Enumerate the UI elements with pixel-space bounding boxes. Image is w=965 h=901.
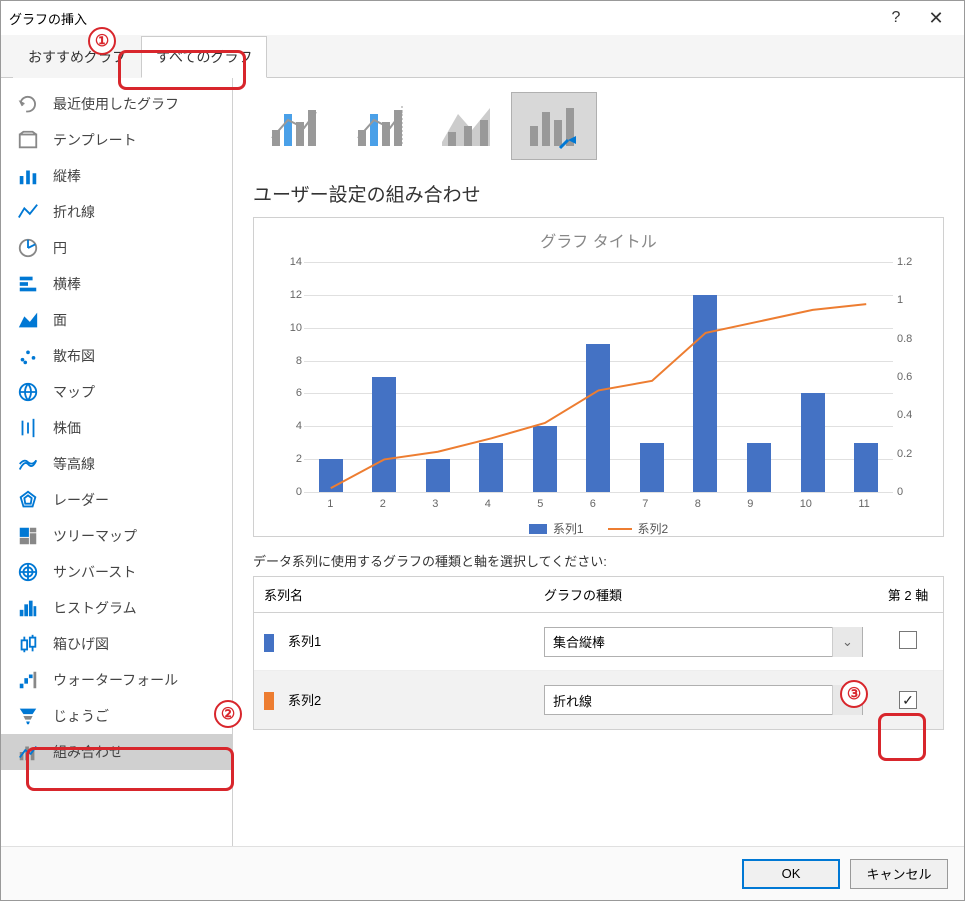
chart-type-icon [17, 237, 39, 259]
chart-type-icon [17, 201, 39, 223]
series-row: 系列1 集合縦棒⌄ [254, 613, 943, 671]
sidebar-item-4[interactable]: 円 [1, 230, 232, 266]
subtype-custom-combination[interactable] [511, 92, 597, 160]
subtype-stacked-area-column[interactable] [425, 92, 511, 160]
sidebar-item-10[interactable]: 等高線 [1, 446, 232, 482]
sidebar-item-9[interactable]: 株価 [1, 410, 232, 446]
sidebar-item-12[interactable]: ツリーマップ [1, 518, 232, 554]
chart-type-select[interactable]: 集合縦棒⌄ [544, 627, 863, 657]
sidebar-item-7[interactable]: 散布図 [1, 338, 232, 374]
callout-3-number: ③ [840, 680, 868, 708]
chart-legend: 系列1 系列2 [264, 520, 933, 537]
sidebar-item-13[interactable]: サンバースト [1, 554, 232, 590]
chart-type-icon [17, 345, 39, 367]
sidebar-item-0[interactable]: 最近使用したグラフ [1, 86, 232, 122]
chart-type-icon [17, 309, 39, 331]
series-instruction: データ系列に使用するグラフの種類と軸を選択してください: [253, 551, 944, 570]
chart-type-select[interactable]: 折れ線⌄ [544, 685, 863, 715]
sidebar-item-18[interactable]: 組み合わせ [1, 734, 232, 770]
chart-type-icon [17, 489, 39, 511]
secondary-axis-checkbox[interactable] [899, 631, 917, 649]
chart-type-icon [17, 705, 39, 727]
series-row: 系列2 折れ線⌄ [254, 671, 943, 729]
chart-type-sidebar: 最近使用したグラフテンプレート縦棒折れ線円横棒面散布図マップ株価等高線レーダーツ… [1, 78, 233, 846]
chart-type-icon [17, 165, 39, 187]
subtype-clustered-column-line[interactable] [253, 92, 339, 160]
chart-type-icon [17, 453, 39, 475]
chart-type-icon [17, 381, 39, 403]
chart-type-icon [17, 633, 39, 655]
legend-series1: 系列1 [553, 520, 584, 537]
col-chart-type: グラフの種類 [534, 577, 873, 612]
sidebar-item-16[interactable]: ウォーターフォール [1, 662, 232, 698]
chevron-down-icon: ⌄ [832, 627, 862, 657]
sidebar-item-5[interactable]: 横棒 [1, 266, 232, 302]
chart-type-icon [17, 669, 39, 691]
insert-chart-dialog: グラフの挿入 ? ✕ おすすめグラフ すべてのグラフ 最近使用したグラフテンプレ… [0, 0, 965, 901]
sidebar-item-8[interactable]: マップ [1, 374, 232, 410]
sidebar-item-17[interactable]: じょうご [1, 698, 232, 734]
chart-type-icon [17, 525, 39, 547]
callout-2-number: ② [214, 700, 242, 728]
chart-title: グラフ タイトル [264, 228, 933, 252]
dialog-title: グラフの挿入 [9, 9, 876, 28]
chart-type-icon [17, 417, 39, 439]
sidebar-item-2[interactable]: 縦棒 [1, 158, 232, 194]
titlebar: グラフの挿入 ? ✕ [1, 1, 964, 35]
tab-recommended[interactable]: おすすめグラフ [13, 36, 141, 78]
sidebar-item-1[interactable]: テンプレート [1, 122, 232, 158]
tab-all-charts[interactable]: すべてのグラフ [141, 36, 267, 78]
chart-type-icon [17, 741, 39, 763]
sidebar-item-11[interactable]: レーダー [1, 482, 232, 518]
sidebar-item-14[interactable]: ヒストグラム [1, 590, 232, 626]
sidebar-item-3[interactable]: 折れ線 [1, 194, 232, 230]
subtype-clustered-column-line-secondary[interactable] [339, 92, 425, 160]
tab-bar: おすすめグラフ すべてのグラフ [1, 35, 964, 78]
combo-subtypes [253, 92, 944, 160]
col-series-name: 系列名 [254, 577, 534, 612]
dialog-footer: OK キャンセル [1, 846, 964, 900]
secondary-axis-checkbox[interactable] [899, 691, 917, 709]
chart-preview: グラフ タイトル 02468101214 00.20.40.60.811.2 1… [253, 217, 944, 537]
close-button[interactable]: ✕ [916, 8, 956, 29]
series-name: 系列2 [288, 693, 321, 708]
chart-type-icon [17, 597, 39, 619]
sidebar-item-6[interactable]: 面 [1, 302, 232, 338]
chart-type-icon [17, 129, 39, 151]
ok-button[interactable]: OK [742, 859, 840, 889]
legend-series2: 系列2 [638, 520, 669, 537]
chart-type-icon [17, 273, 39, 295]
chart-type-icon [17, 93, 39, 115]
combo-heading: ユーザー設定の組み合わせ [253, 180, 944, 207]
help-button[interactable]: ? [876, 9, 916, 27]
main-panel: ユーザー設定の組み合わせ グラフ タイトル 02468101214 00.20.… [233, 78, 964, 846]
col-secondary-axis: 第 2 軸 [873, 577, 943, 612]
chart-type-icon [17, 561, 39, 583]
cancel-button[interactable]: キャンセル [850, 859, 948, 889]
callout-1-number: ① [88, 27, 116, 55]
series-name: 系列1 [288, 634, 321, 649]
series-table: 系列名 グラフの種類 第 2 軸 系列1 集合縦棒⌄ 系列2 折れ線⌄ [253, 576, 944, 730]
sidebar-item-15[interactable]: 箱ひげ図 [1, 626, 232, 662]
